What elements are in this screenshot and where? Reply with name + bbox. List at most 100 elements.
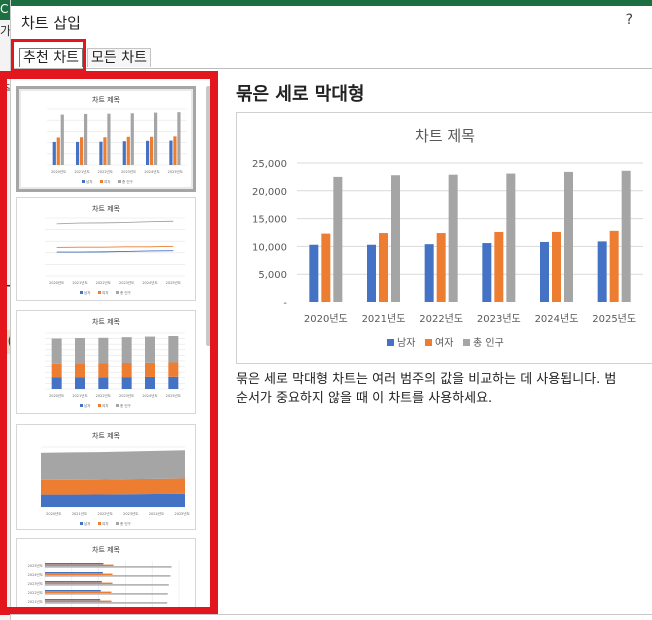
x-tick-label: 2022년도 xyxy=(419,313,463,325)
thumb-stack xyxy=(98,377,109,389)
bar-female xyxy=(494,231,504,302)
description-line-1: 묶은 세로 막대형 차트는 여러 범주의 값을 비교하는 데 사용됩니다. 범 xyxy=(236,372,617,387)
tab-recommended-charts[interactable]: 추천 차트 xyxy=(19,48,83,67)
y-tick-label: 10,000 xyxy=(252,242,287,253)
thumb-stack xyxy=(121,377,132,389)
thumb-x-label: 2025년도 xyxy=(168,169,184,174)
bar-male xyxy=(367,244,376,302)
bar-total xyxy=(333,176,343,302)
thumb-hbar xyxy=(45,591,112,593)
thumb-bar xyxy=(99,141,103,165)
chart-preview: 차트 제목 25,000 20,000 15,000 10,000 5,000 - 2020년… xyxy=(236,112,652,364)
thumb-x-label: 2024년도 xyxy=(142,393,158,398)
dialog-bottom-edge xyxy=(10,614,652,615)
x-tick-label: 2021년도 xyxy=(362,313,406,325)
thumb-legend-label: 남자 xyxy=(84,403,91,408)
thumb-legend-swatch xyxy=(98,522,101,525)
thumb-legend-swatch xyxy=(98,404,101,407)
thumb-hbar xyxy=(45,573,113,575)
thumbnail-line[interactable]: 2020년도 2021년도 2022년도 2023년도 2024년도 2025년도 남자 여자… xyxy=(16,197,196,301)
thumb-x-label: 2022년도 xyxy=(98,169,114,174)
thumbnail-clustered-bar[interactable]: 2025년도 2024년도 2023년도 2022년도 2021년도 2020년도 차트 … xyxy=(16,538,196,610)
bar-male xyxy=(482,243,492,302)
thumb-stack xyxy=(145,362,155,377)
thumb-legend-label: 여자 xyxy=(102,290,109,295)
thumb-stack xyxy=(121,337,132,364)
thumb-x-label: 2023년도 xyxy=(119,393,135,398)
thumb-area xyxy=(41,450,185,480)
thumb-hbar xyxy=(45,590,101,592)
preview-chart: 차트 제목 25,000 20,000 15,000 10,000 5,000 - 2020년… xyxy=(252,127,643,349)
thumbnail-scrollbar[interactable] xyxy=(206,86,211,346)
bar-female xyxy=(552,231,561,302)
help-button[interactable]: ? xyxy=(626,12,633,28)
thumb-stack xyxy=(168,362,179,377)
thumbnail-stacked-area[interactable]: 2020년도 2021년도 2022년도 2023년도 2024년도 2025년도 남자 여자… xyxy=(16,424,196,530)
thumb-x-label: 2020년도 xyxy=(49,280,65,285)
thumb-area xyxy=(41,493,185,507)
chart-title: 차트 제목 xyxy=(415,127,475,145)
thumb-hbar xyxy=(45,602,168,604)
bar-male xyxy=(424,244,434,302)
thumb-legend-swatch xyxy=(116,291,119,294)
dialog-title: 차트 삽입 xyxy=(21,14,81,32)
thumb-legend-label: 여자 xyxy=(102,521,109,526)
thumb-x-label: 2023년도 xyxy=(121,169,137,174)
thumb-legend-swatch xyxy=(100,180,103,183)
thumb-bar xyxy=(169,140,173,165)
thumb-x-label: 2025년도 xyxy=(174,511,190,516)
tab-all-charts[interactable]: 모든 차트 xyxy=(87,48,151,67)
legend-swatch xyxy=(463,339,470,346)
bar-total xyxy=(621,170,631,302)
thumb-legend-label: 남자 xyxy=(84,521,91,526)
thumb-hbar xyxy=(45,581,102,583)
thumb-y-label: 2020년도 xyxy=(28,608,44,609)
thumb-bar xyxy=(76,141,80,165)
thumb-x-label: 2023년도 xyxy=(123,511,139,516)
thumb-bar xyxy=(146,140,150,165)
thumb-y-label: 2025년도 xyxy=(28,563,44,568)
thumb-legend-label: 여자 xyxy=(102,403,109,408)
thumb-legend-label: 남자 xyxy=(84,290,91,295)
thumb-x-label: 2025년도 xyxy=(166,393,182,398)
thumb-x-label: 2022년도 xyxy=(96,393,112,398)
thumb-bar xyxy=(173,136,177,165)
thumbnail-chart-clustered: 2020년도 2021년도 2022년도 2023년도 2024년도 2025년도남자 여자… xyxy=(47,108,187,184)
thumb-legend-swatch xyxy=(80,522,83,525)
thumb-x-label: 2020년도 xyxy=(49,393,65,398)
thumb-x-label: 2021년도 xyxy=(72,393,88,398)
thumbnail-title: 차트 제목 xyxy=(92,96,120,104)
thumbnail-title: 차트 제목 xyxy=(92,318,120,326)
thumbnail-chart-line: 2020년도 2021년도 2022년도 2023년도 2024년도 2025년도남자 여자… xyxy=(45,217,185,295)
thumb-x-label: 2022년도 xyxy=(97,511,113,516)
thumb-x-label: 2021년도 xyxy=(72,280,88,285)
thumb-stack xyxy=(51,363,62,378)
thumb-stack xyxy=(51,338,62,364)
thumb-bar xyxy=(84,113,88,165)
thumb-bar xyxy=(56,137,60,165)
thumb-hbar xyxy=(45,563,104,565)
legend-label: 여자 xyxy=(435,337,453,349)
bar-total xyxy=(448,174,458,302)
thumb-x-label: 2023년도 xyxy=(119,280,135,285)
thumbnail-clustered-column[interactable]: 2020년도 2021년도 2022년도 2023년도 2024년도 2025년도 남자 여자… xyxy=(16,86,196,192)
thumb-legend-swatch xyxy=(116,404,119,407)
thumb-hbar xyxy=(45,566,172,568)
thumb-y-label: 2021년도 xyxy=(28,599,44,604)
thumb-x-label: 2020년도 xyxy=(51,169,67,174)
thumb-legend-label: 여자 xyxy=(104,179,111,184)
thumb-legend-swatch xyxy=(118,180,121,183)
thumb-x-label: 2024년도 xyxy=(142,280,158,285)
bar-male xyxy=(540,241,549,302)
description-line-2: 순서가 중요하지 않을 때 이 차트를 사용하세요. xyxy=(236,391,493,406)
thumb-hbar xyxy=(45,564,114,566)
bar-female xyxy=(436,233,446,302)
thumb-legend-swatch xyxy=(80,291,83,294)
thumb-x-label: 2020년도 xyxy=(46,511,62,516)
thumb-hbar xyxy=(45,608,101,609)
thumb-line xyxy=(56,220,174,225)
thumb-bar xyxy=(60,114,64,165)
thumb-legend-label: 총 인구 xyxy=(122,179,134,184)
thumbnail-stacked-column[interactable]: 2020년도 2021년도 2022년도 2023년도 2024년도 2025년도남자 여자… xyxy=(16,310,196,414)
thumb-line xyxy=(56,245,174,248)
